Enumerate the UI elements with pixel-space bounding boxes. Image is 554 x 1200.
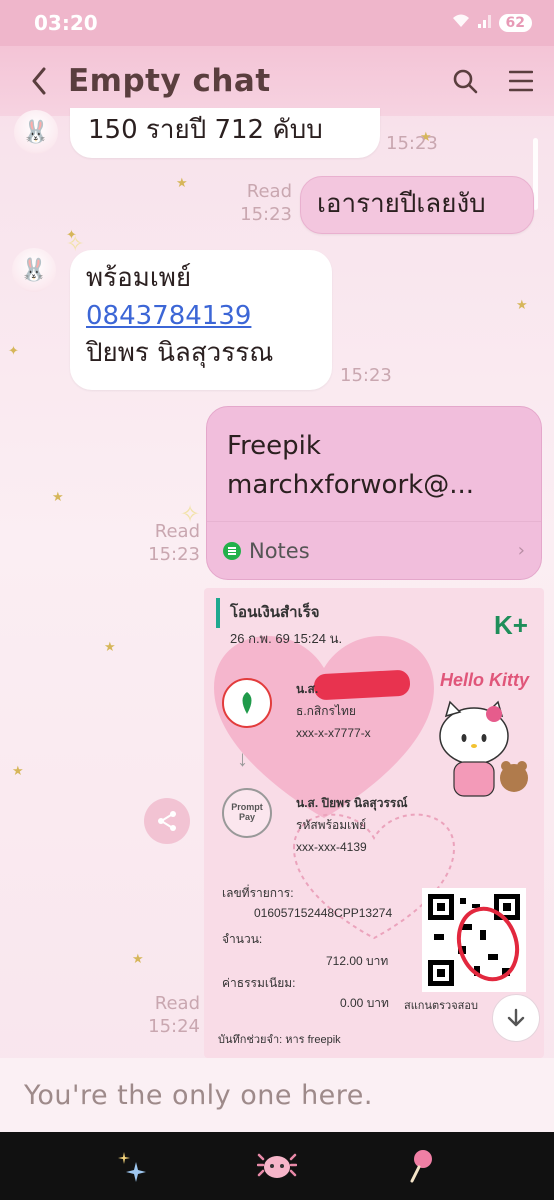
wifi-icon <box>451 13 471 33</box>
receipt-date: 26 ก.พ. 69 15:24 น. <box>230 631 343 646</box>
lollipop-icon[interactable] <box>402 1146 442 1186</box>
note-content: Freepik marchxforwork@... <box>207 407 541 505</box>
page-title: Empty chat <box>68 63 271 99</box>
read-receipt: Read 15:23 <box>232 180 292 227</box>
notes-icon <box>223 541 241 560</box>
message-time: 15:24 <box>148 1016 200 1038</box>
star-decoration: ★ <box>132 952 144 967</box>
share-icon <box>158 811 176 831</box>
message-bubble[interactable]: เอารายปีเลยงับ <box>300 176 534 234</box>
promptpay-icon: Prompt Pay <box>222 788 272 838</box>
message-time: 15:23 <box>148 544 200 566</box>
receiver-account: xxx-xxx-4139 <box>296 840 367 854</box>
message-time: 15:23 <box>240 204 292 226</box>
hello-kitty-logo: Hello Kitty <box>440 670 530 690</box>
ref-label: เลขที่รายการ: <box>222 886 294 900</box>
back-icon[interactable] <box>26 66 52 96</box>
menu-icon[interactable] <box>506 66 536 96</box>
fee-label: ค่าธรรมเนียม: <box>222 976 296 990</box>
sparkle-star-icon[interactable] <box>112 1146 152 1186</box>
read-receipt: Read 15:23 <box>140 520 200 567</box>
status-time: 03:20 <box>34 11 98 35</box>
read-label: Read <box>154 521 200 542</box>
star-decoration: ★ <box>12 764 24 779</box>
axolotl-icon[interactable] <box>256 1146 297 1186</box>
star-decoration: ★ <box>176 176 188 191</box>
receiver-name: น.ส. ปิยพร นิลสุวรรณ์ <box>296 796 408 810</box>
status-bar: 03:20 62 <box>0 0 554 46</box>
transfer-receipt-image[interactable]: โอนเงินสำเร็จ 26 ก.พ. 69 15:24 น. K+ น.ส… <box>204 588 544 1058</box>
battery-icon: 62 <box>498 14 532 32</box>
message-text: ปิยพร นิลสุวรรณ <box>86 338 274 369</box>
kplus-logo: K+ <box>494 610 528 640</box>
read-label: Read <box>154 993 200 1014</box>
ref-value: 016057152448CPP13274 <box>254 906 393 920</box>
amount-label: จำนวน: <box>222 932 263 946</box>
scan-label: สแกนตรวจสอบ <box>404 1000 478 1012</box>
sender-bank: ธ.กสิกรไทย <box>296 704 356 718</box>
hello-kitty-illustration <box>439 700 528 797</box>
note-label: Notes <box>249 538 310 563</box>
chat-header: Empty chat <box>0 46 554 116</box>
receipt-title: โอนเงินสำเร็จ <box>230 604 320 621</box>
star-decoration: ★ <box>104 640 116 655</box>
message-bubble[interactable]: 150 รายปี 712 คับบ <box>70 108 380 158</box>
receiver-type: รหัสพร้อมเพย์ <box>296 818 367 832</box>
star-decoration: ✦ <box>8 344 19 359</box>
note-line: marchxforwork@... <box>227 470 474 500</box>
status-icons: 62 <box>451 13 532 33</box>
star-decoration: ★ <box>52 490 64 505</box>
phone-link[interactable]: 0843784139 <box>86 298 316 336</box>
qr-code <box>422 888 526 992</box>
read-label: Read <box>246 181 292 202</box>
header-actions <box>450 66 536 96</box>
message-text: 150 รายปี 712 คับบ <box>88 115 323 145</box>
message-time: 15:23 <box>386 133 438 154</box>
memo: บันทึกช่วยจำ: หาร freepik <box>218 1034 341 1046</box>
receipt-accent <box>216 598 220 628</box>
arrow-down-icon: ↓ <box>237 746 248 771</box>
message-text: เอารายปีเลยงับ <box>317 189 486 219</box>
chevron-right-icon: › <box>517 540 525 561</box>
avatar[interactable]: 🐰 <box>14 110 58 154</box>
bottom-navigation <box>0 1132 554 1200</box>
arrow-down-icon <box>507 1008 525 1027</box>
amount-value: 712.00 บาท <box>326 954 389 968</box>
message-bubble[interactable]: พร้อมเพย์ 0843784139 ปิยพร นิลสุวรรณ <box>70 250 332 390</box>
note-line: Freepik <box>227 431 321 461</box>
share-button[interactable] <box>144 798 190 844</box>
scroll-to-bottom-button[interactable] <box>492 994 540 1042</box>
sender-name: น.ส. <box>296 682 319 696</box>
sender-account: xxx-x-x7777-x <box>296 726 371 740</box>
read-receipt: Read 15:24 <box>140 992 200 1039</box>
message-input-bar[interactable]: You're the only one here. <box>0 1058 554 1132</box>
signal-icon <box>477 13 493 33</box>
redaction-mark <box>313 669 411 701</box>
notes-card[interactable]: Freepik marchxforwork@... Notes › <box>206 406 542 580</box>
fee-value: 0.00 บาท <box>340 996 389 1010</box>
message-text: พร้อมเพย์ <box>86 263 192 293</box>
avatar[interactable]: 🐰 <box>12 248 56 292</box>
note-footer[interactable]: Notes › <box>207 521 541 579</box>
message-time: 15:23 <box>340 365 392 386</box>
search-icon[interactable] <box>450 66 480 96</box>
kbank-icon <box>222 678 272 728</box>
star-decoration: ★ <box>516 298 528 313</box>
input-placeholder: You're the only one here. <box>24 1079 373 1111</box>
